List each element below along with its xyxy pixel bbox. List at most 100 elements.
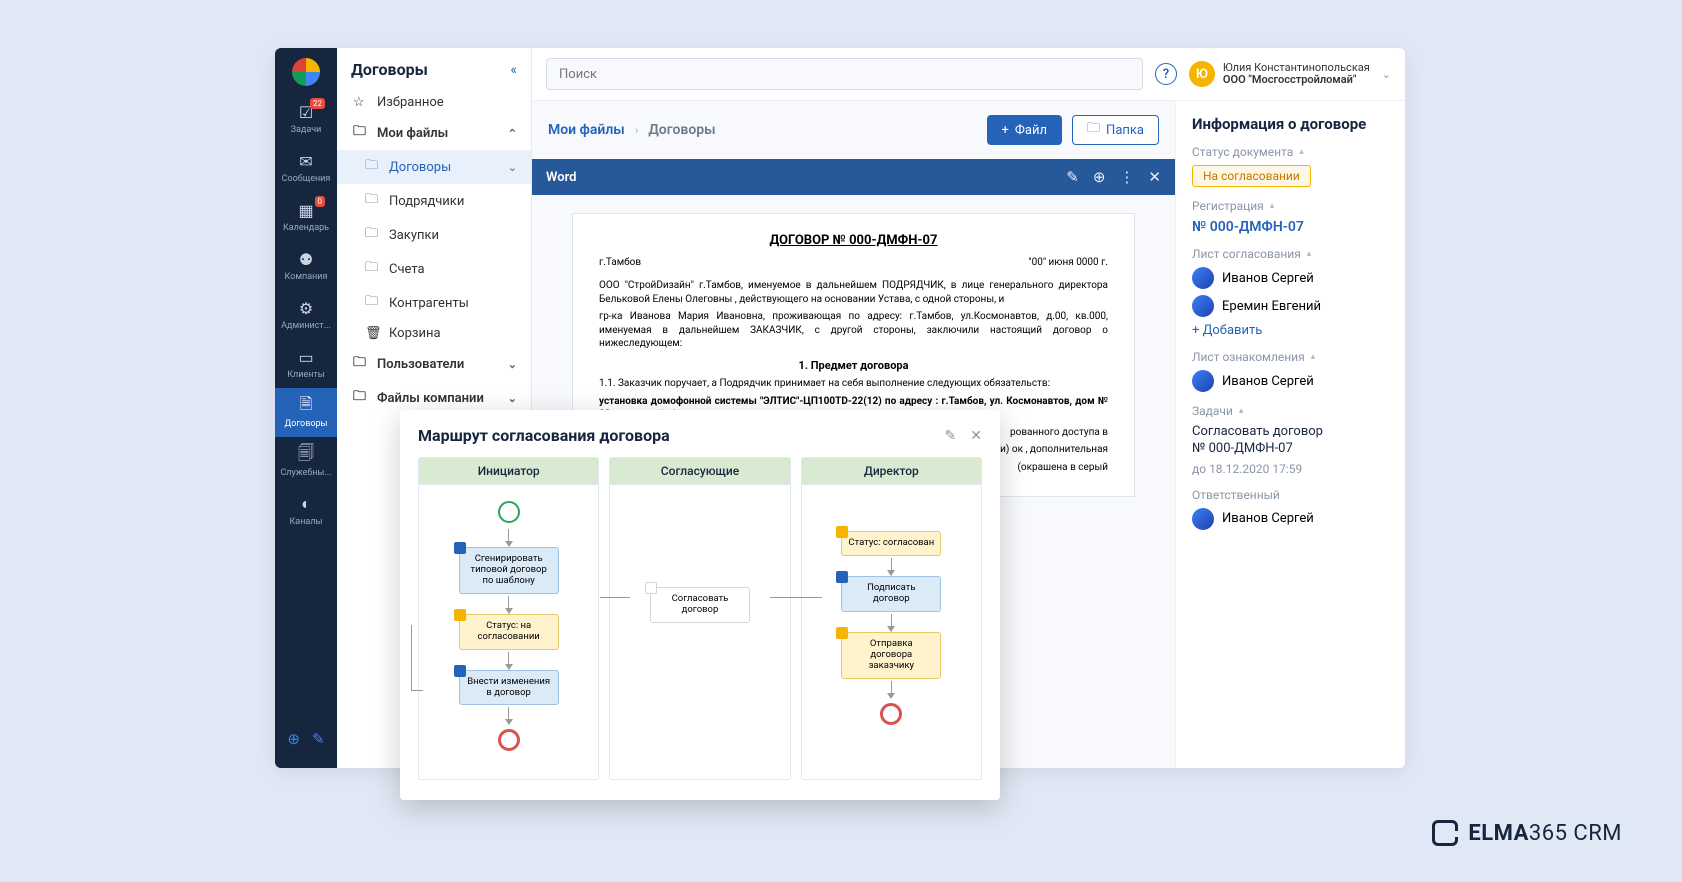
doc-icon: 🗎	[296, 396, 316, 416]
rail-memos[interactable]: 🗐Служебны...	[275, 437, 337, 486]
close-icon[interactable]: ✕	[970, 428, 982, 444]
task-node[interactable]: Подписать договор	[841, 576, 941, 612]
approval-heading[interactable]: Лист согласования	[1192, 247, 1389, 261]
status-tag-icon	[836, 526, 848, 538]
note-icon: 🗐	[296, 445, 316, 465]
avatar: Ю	[1189, 61, 1215, 87]
loop-connector	[411, 625, 423, 691]
tree-item[interactable]: 🗀Контрагенты	[337, 286, 531, 320]
avatar	[1192, 267, 1214, 289]
tree-item[interactable]: ☆Избранное	[337, 89, 531, 116]
crumb-root[interactable]: Мои файлы	[548, 122, 625, 138]
edit-icon[interactable]: ✎	[1066, 168, 1079, 186]
start-event-icon	[498, 501, 520, 523]
task-item[interactable]: Согласовать договор № 000-ДМФН-07	[1192, 424, 1389, 458]
search-input[interactable]	[546, 58, 1143, 90]
rail-company[interactable]: ⚉Компания	[275, 241, 337, 290]
responsible-row[interactable]: Иванов Сергей	[1192, 508, 1389, 530]
card-icon: ▭	[296, 347, 316, 367]
help-icon[interactable]: ?	[1155, 63, 1177, 85]
document-bar: Word ✎ ⊕ ⋮ ✕	[532, 159, 1175, 195]
task-node[interactable]: Сгенирировать типовой договор по шаблону	[459, 547, 559, 594]
doc-type: Word	[546, 170, 576, 185]
rail-clients[interactable]: ▭Клиенты	[275, 339, 337, 388]
status-badge: На согласовании	[1192, 165, 1311, 187]
registration-number[interactable]: № 000-ДМФН-07	[1192, 219, 1389, 235]
logo-icon[interactable]	[292, 58, 320, 86]
script-tag-icon	[836, 627, 848, 639]
rail-calendar[interactable]: 0▦Календарь	[275, 192, 337, 241]
folder-tree: ☆Избранное🗀Мои файлы⌃🗀Договоры⌄🗀Подрядчи…	[337, 89, 531, 423]
ack-heading[interactable]: Лист ознакомления	[1192, 350, 1389, 364]
lane-header: Директор	[802, 458, 981, 485]
registration-heading[interactable]: Регистрация	[1192, 199, 1389, 213]
approver-row[interactable]: Еремин Евгений	[1192, 295, 1389, 317]
tasks-heading[interactable]: Задачи	[1192, 404, 1389, 418]
swimlanes: Инициатор Сгенирировать типовой договор …	[418, 457, 982, 780]
task-node[interactable]: Согласовать договор	[650, 587, 750, 623]
chevron-icon: ⌄	[508, 392, 517, 405]
people-icon: ⚉	[296, 249, 316, 269]
chevron-down-icon: ⌄	[1382, 68, 1391, 81]
rail-tasks[interactable]: 22☑Задачи	[275, 94, 337, 143]
responsible-heading: Ответственный	[1192, 488, 1389, 502]
route-modal: Маршрут согласования договора ✎ ✕ Инициа…	[400, 410, 1000, 800]
chevron-icon: ⌃	[508, 127, 517, 140]
approver-row[interactable]: Иванов Сергей	[1192, 267, 1389, 289]
tree-item[interactable]: 🗀Подрядчики	[337, 184, 531, 218]
folder-icon: 🗀	[365, 258, 381, 280]
close-icon[interactable]: ✕	[1148, 168, 1161, 186]
end-event-icon	[498, 729, 520, 751]
rail-contracts[interactable]: 🗎Договоры	[275, 388, 337, 437]
collapse-icon[interactable]: «	[510, 62, 517, 78]
edit-icon[interactable]: ✎	[945, 428, 957, 444]
add-icon[interactable]: ⊕	[287, 730, 300, 748]
rail-bottom: ⊕ ✎	[277, 720, 334, 758]
folder-icon: 🗀	[353, 122, 369, 144]
task-due: до 18.12.2020 17:59	[1192, 462, 1389, 476]
status-node[interactable]: Статус: согласован	[841, 531, 941, 556]
folder-icon: 🗀	[353, 353, 369, 375]
chevron-icon: ⌄	[508, 358, 517, 371]
add-approver-button[interactable]: + Добавить	[1192, 323, 1389, 338]
modal-title: Маршрут согласования договора	[418, 426, 931, 445]
connector	[600, 597, 630, 598]
tree-item[interactable]: 🗑Корзина	[337, 320, 531, 347]
user-tag-icon	[454, 542, 466, 554]
lane-initiator: Инициатор Сгенирировать типовой договор …	[418, 457, 599, 780]
rail-messages[interactable]: ✉Сообщения	[275, 143, 337, 192]
crumb-current: Договоры	[648, 122, 715, 138]
ack-row[interactable]: Иванов Сергей	[1192, 370, 1389, 392]
folder-icon: 🗀	[353, 387, 369, 409]
add-icon[interactable]: ⊕	[1093, 168, 1106, 186]
pin-icon[interactable]: ✎	[312, 730, 325, 748]
tree-item[interactable]: 🗀Закупки	[337, 218, 531, 252]
rail-channels[interactable]: ◐Каналы	[275, 486, 337, 535]
status-heading[interactable]: Статус документа	[1192, 145, 1389, 159]
doc-title: ДОГОВОР № 000-ДМФН-07	[599, 232, 1108, 250]
new-file-button[interactable]: +Файл	[987, 115, 1063, 145]
connector	[792, 597, 822, 598]
tree-item[interactable]: 🗀Договоры⌄	[337, 150, 531, 184]
nav-rail: 22☑Задачи ✉Сообщения 0▦Календарь ⚉Компан…	[275, 48, 337, 768]
avatar	[1192, 295, 1214, 317]
tree-item[interactable]: 🗀Счета	[337, 252, 531, 286]
more-icon[interactable]: ⋮	[1119, 168, 1134, 186]
task-node[interactable]: Внести изменения в договор	[459, 670, 559, 706]
status-node[interactable]: Статус: на согласовании	[459, 614, 559, 650]
task-node[interactable]: Отправка договора заказчику	[841, 632, 941, 679]
star-icon: ☆	[353, 95, 369, 110]
tree-item[interactable]: 🗀Мои файлы⌃	[337, 116, 531, 150]
new-folder-button[interactable]: 🗀Папка	[1072, 115, 1159, 145]
rail-admin[interactable]: ⚙Админист...	[275, 290, 337, 339]
folder-icon: 🗀	[365, 292, 381, 314]
breadcrumb-bar: Мои файлы › Договоры +Файл 🗀Папка	[532, 101, 1175, 159]
avatar	[1192, 508, 1214, 530]
folder-icon: 🗀	[1087, 119, 1100, 141]
info-panel: Информация о договоре Статус документа Н…	[1175, 101, 1405, 768]
trash-icon: 🗑	[365, 326, 381, 341]
calendar-icon: ▦	[296, 200, 316, 220]
sidebar-title: Договоры	[351, 60, 428, 79]
tree-item[interactable]: 🗀Пользователи⌄	[337, 347, 531, 381]
user-menu[interactable]: Ю Юлия Константинопольская ООО "Мосгосст…	[1189, 61, 1391, 87]
